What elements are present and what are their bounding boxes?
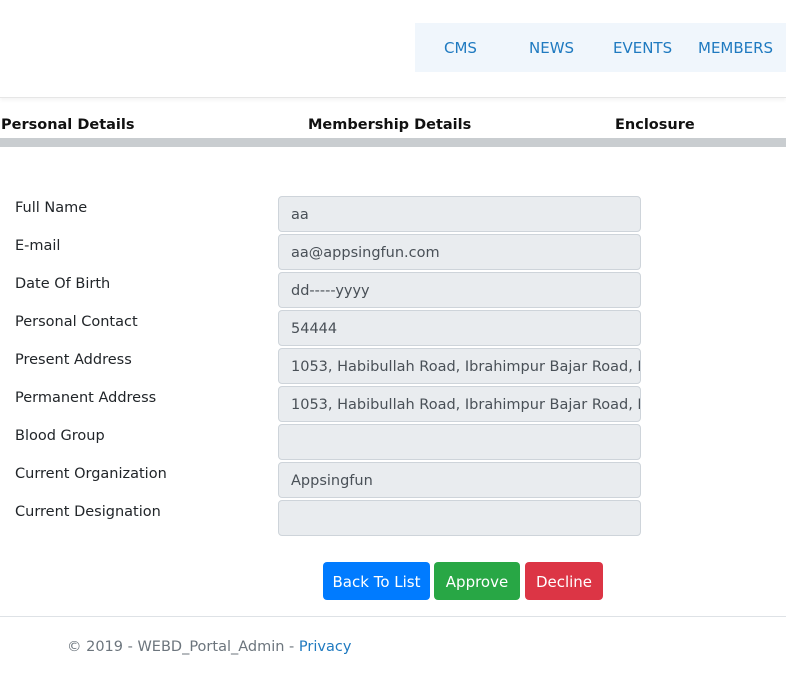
form-row-dob: Date Of Birth dd-----yyyy bbox=[0, 272, 786, 310]
email-field[interactable]: aa@appsingfun.com bbox=[278, 234, 641, 270]
email-label: E-mail bbox=[15, 238, 61, 254]
privacy-link[interactable]: Privacy bbox=[299, 639, 352, 655]
present-address-label: Present Address bbox=[15, 352, 132, 368]
tab-enclosure[interactable]: Enclosure bbox=[615, 117, 695, 133]
designation-label: Current Designation bbox=[15, 504, 161, 520]
nav-cms[interactable]: CMS bbox=[444, 39, 477, 57]
dob-label: Date Of Birth bbox=[15, 276, 111, 292]
contact-field[interactable]: 54444 bbox=[278, 310, 641, 346]
organization-field[interactable]: Appsingfun bbox=[278, 462, 641, 498]
approve-button[interactable]: Approve bbox=[434, 562, 520, 600]
form-row-contact: Personal Contact 54444 bbox=[0, 310, 786, 348]
nav-news[interactable]: NEWS bbox=[529, 39, 574, 57]
present-address-field[interactable]: 1053, Habibullah Road, Ibrahimpur Bajar … bbox=[278, 348, 641, 384]
form-row-permanent-address: Permanent Address 1053, Habibullah Road,… bbox=[0, 386, 786, 424]
form-row-email: E-mail aa@appsingfun.com bbox=[0, 234, 786, 272]
form-row-blood-group: Blood Group bbox=[0, 424, 786, 462]
main-nav: CMS NEWS EVENTS MEMBERS bbox=[415, 23, 786, 72]
blood-group-field[interactable] bbox=[278, 424, 641, 460]
permanent-address-field[interactable]: 1053, Habibullah Road, Ibrahimpur Bajar … bbox=[278, 386, 641, 422]
tab-membership-details[interactable]: Membership Details bbox=[308, 117, 471, 133]
back-to-list-button[interactable]: Back To List bbox=[323, 562, 430, 600]
form-row-present-address: Present Address 1053, Habibullah Road, I… bbox=[0, 348, 786, 386]
form-row-full-name: Full Name aa bbox=[0, 196, 786, 234]
organization-label: Current Organization bbox=[15, 466, 167, 482]
nav-members[interactable]: MEMBERS bbox=[698, 39, 773, 57]
permanent-address-label: Permanent Address bbox=[15, 390, 157, 406]
tab-personal-details[interactable]: Personal Details bbox=[1, 117, 135, 133]
detail-tabs: Personal Details Membership Details Encl… bbox=[0, 117, 786, 139]
top-navbar: CMS NEWS EVENTS MEMBERS bbox=[0, 0, 786, 98]
form-row-designation: Current Designation bbox=[0, 500, 786, 538]
contact-label: Personal Contact bbox=[15, 314, 138, 330]
full-name-label: Full Name bbox=[15, 200, 88, 216]
designation-field[interactable] bbox=[278, 500, 641, 536]
blood-group-label: Blood Group bbox=[15, 428, 105, 444]
tab-progress-bar bbox=[0, 138, 786, 147]
full-name-field[interactable]: aa bbox=[278, 196, 641, 232]
decline-button[interactable]: Decline bbox=[525, 562, 603, 600]
footer-copyright: © 2019 - WEBD_Portal_Admin - bbox=[67, 639, 299, 655]
dob-field[interactable]: dd-----yyyy bbox=[278, 272, 641, 308]
form-row-organization: Current Organization Appsingfun bbox=[0, 462, 786, 500]
footer-divider bbox=[0, 616, 786, 617]
nav-events[interactable]: EVENTS bbox=[613, 39, 672, 57]
footer: © 2019 - WEBD_Portal_Admin - Privacy bbox=[67, 639, 351, 655]
